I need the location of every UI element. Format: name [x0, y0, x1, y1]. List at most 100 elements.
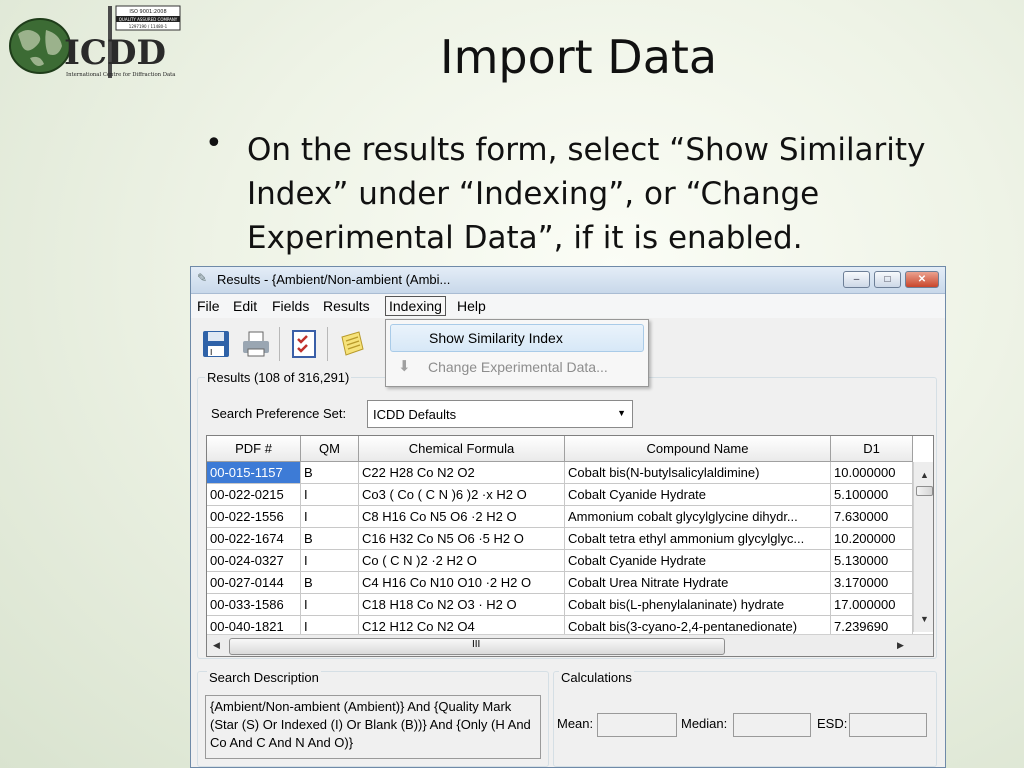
horizontal-scroll-thumb[interactable]: III [229, 638, 725, 655]
cell-pdf-number[interactable]: 00-027-0144 [207, 572, 301, 594]
import-arrow-icon: ⬇ [398, 358, 411, 375]
results-count-label: Results (108 of 316,291) [205, 370, 352, 385]
vertical-scrollbar[interactable]: ▲ ▼ [913, 462, 933, 632]
cell-qm[interactable]: I [301, 594, 359, 616]
cell-d1[interactable]: 10.000000 [831, 462, 913, 484]
svg-text:1297190 / 11480-1: 1297190 / 11480-1 [129, 24, 168, 29]
results-window: ✎ Results - {Ambient/Non-ambient (Ambi..… [190, 266, 946, 768]
cell-d1[interactable]: 3.170000 [831, 572, 913, 594]
cell-d1[interactable]: 5.100000 [831, 484, 913, 506]
cell-formula[interactable]: C18 H18 Co N2 O3 · H2 O [359, 594, 565, 616]
median-label: Median: [681, 716, 728, 731]
table-row[interactable]: 00-015-1157 B C22 H28 Co N2 O2 Cobalt bis(N… [207, 462, 913, 484]
cell-qm[interactable]: I [301, 506, 359, 528]
table-row[interactable]: 00-022-1556 I C8 H16 Co N5 O6 ·2 H2 O Ammon… [207, 506, 913, 528]
cell-formula[interactable]: C4 H16 Co N10 O10 ·2 H2 O [359, 572, 565, 594]
svg-text:ISO 9001:2008: ISO 9001:2008 [129, 9, 166, 15]
menu-results[interactable]: Results [323, 298, 370, 314]
cell-pdf-number[interactable]: 00-024-0327 [207, 550, 301, 572]
table-row[interactable]: 00-022-1674 B C16 H32 Co N5 O6 ·5 H2 O Coba… [207, 528, 913, 550]
table-row[interactable]: 00-022-0215 I Co3 ( Co ( C N )6 )2 ·x H2 O… [207, 484, 913, 506]
window-title: Results - {Ambient/Non-ambient (Ambi... [217, 272, 451, 287]
chevron-down-icon: ▼ [617, 408, 626, 418]
cell-pdf-number[interactable]: 00-015-1157 [207, 462, 301, 484]
vertical-scroll-thumb[interactable] [916, 486, 933, 496]
cell-qm[interactable]: I [301, 484, 359, 506]
close-button[interactable]: ✕ [905, 271, 939, 288]
cell-compound-name[interactable]: Cobalt Cyanide Hydrate [565, 550, 831, 572]
table-row[interactable]: 00-024-0327 I Co ( C N )2 ·2 H2 O Cobalt Cy… [207, 550, 913, 572]
cell-formula[interactable]: C22 H28 Co N2 O2 [359, 462, 565, 484]
cell-formula[interactable]: C16 H32 Co N5 O6 ·5 H2 O [359, 528, 565, 550]
scroll-up-icon[interactable]: ▲ [920, 470, 929, 480]
svg-text:International Centre for Diffr: International Centre for Diffraction Dat… [66, 72, 176, 78]
cell-qm[interactable]: B [301, 572, 359, 594]
bullet-dot-icon: • [205, 126, 223, 161]
menu-fields[interactable]: Fields [272, 298, 309, 314]
search-description-label: Search Description [207, 670, 321, 685]
column-header-pdf[interactable]: PDF # [207, 436, 301, 462]
toolbar-separator [327, 327, 328, 361]
checklist-icon[interactable] [287, 327, 321, 361]
column-header-formula[interactable]: Chemical Formula [359, 436, 565, 462]
svg-text:ICDD: ICDD [64, 33, 166, 73]
cell-compound-name[interactable]: Ammonium cobalt glycylglycine dihydr... [565, 506, 831, 528]
cell-qm[interactable]: I [301, 550, 359, 572]
app-icon: ✎ [197, 271, 208, 285]
column-header-qm[interactable]: QM [301, 436, 359, 462]
column-header-compound[interactable]: Compound Name [565, 436, 831, 462]
save-icon[interactable]: I [199, 327, 233, 361]
print-icon[interactable] [239, 327, 273, 361]
cell-d1[interactable]: 5.130000 [831, 550, 913, 572]
cell-compound-name[interactable]: Cobalt Cyanide Hydrate [565, 484, 831, 506]
maximize-button[interactable]: □ [874, 271, 901, 288]
cell-d1[interactable]: 17.000000 [831, 594, 913, 616]
cell-formula[interactable]: Co ( C N )2 ·2 H2 O [359, 550, 565, 572]
bullet-text: On the results form, select “Show Simila… [247, 132, 926, 256]
grip-icon: III [472, 639, 481, 650]
esd-field [849, 713, 927, 737]
svg-text:QUALITY ASSURED COMPANY: QUALITY ASSURED COMPANY [119, 17, 178, 22]
slide-title: Import Data [440, 30, 718, 84]
table-row[interactable]: 00-027-0144 B C4 H16 Co N10 O10 ·2 H2 O Cob… [207, 572, 913, 594]
cell-pdf-number[interactable]: 00-022-0215 [207, 484, 301, 506]
scroll-left-icon[interactable]: ◀ [213, 640, 220, 651]
calculations-label: Calculations [559, 670, 634, 685]
minimize-button[interactable]: ‒ [843, 271, 870, 288]
median-field [733, 713, 811, 737]
table-row[interactable]: 00-033-1586 I C18 H18 Co N2 O3 · H2 O Cobal… [207, 594, 913, 616]
cell-compound-name[interactable]: Cobalt bis(L-phenylalaninate) hydrate [565, 594, 831, 616]
toolbar-separator [279, 327, 280, 361]
cell-compound-name[interactable]: Cobalt bis(N-butylsalicylaldimine) [565, 462, 831, 484]
notes-icon[interactable] [335, 327, 369, 361]
menu-indexing[interactable]: Indexing [385, 296, 446, 316]
cell-qm[interactable]: B [301, 462, 359, 484]
cell-compound-name[interactable]: Cobalt tetra ethyl ammonium glycylglyc..… [565, 528, 831, 550]
cell-qm[interactable]: B [301, 528, 359, 550]
cell-formula[interactable]: Co3 ( Co ( C N )6 )2 ·x H2 O [359, 484, 565, 506]
cell-formula[interactable]: C8 H16 Co N5 O6 ·2 H2 O [359, 506, 565, 528]
mean-field [597, 713, 677, 737]
search-preference-select[interactable]: ICDD Defaults ▼ [367, 400, 633, 428]
menu-help[interactable]: Help [457, 298, 486, 314]
scroll-right-icon[interactable]: ▶ [897, 640, 904, 651]
show-similarity-index-item[interactable]: Show Similarity Index [390, 324, 644, 352]
esd-label: ESD: [817, 716, 848, 731]
cell-d1[interactable]: 10.200000 [831, 528, 913, 550]
change-experimental-data-item: ⬇ Change Experimental Data... [398, 358, 608, 375]
svg-text:I: I [210, 348, 212, 357]
cell-d1[interactable]: 7.630000 [831, 506, 913, 528]
cell-pdf-number[interactable]: 00-022-1674 [207, 528, 301, 550]
cell-compound-name[interactable]: Cobalt Urea Nitrate Hydrate [565, 572, 831, 594]
search-description-text: {Ambient/Non-ambient (Ambient)} And {Qua… [205, 695, 541, 759]
window-titlebar[interactable]: ✎ Results - {Ambient/Non-ambient (Ambi..… [191, 267, 945, 294]
horizontal-scrollbar[interactable]: ◀ III ▶ [207, 634, 933, 656]
icdd-logo: ISO 9001:2008 QUALITY ASSURED COMPANY 12… [4, 4, 194, 80]
cell-pdf-number[interactable]: 00-022-1556 [207, 506, 301, 528]
cell-pdf-number[interactable]: 00-033-1586 [207, 594, 301, 616]
indexing-dropdown: Show Similarity Index ⬇ Change Experimen… [385, 319, 649, 387]
menu-edit[interactable]: Edit [233, 298, 257, 314]
scroll-down-icon[interactable]: ▼ [920, 614, 929, 624]
column-header-d1[interactable]: D1 [831, 436, 913, 462]
menu-file[interactable]: File [197, 298, 220, 314]
